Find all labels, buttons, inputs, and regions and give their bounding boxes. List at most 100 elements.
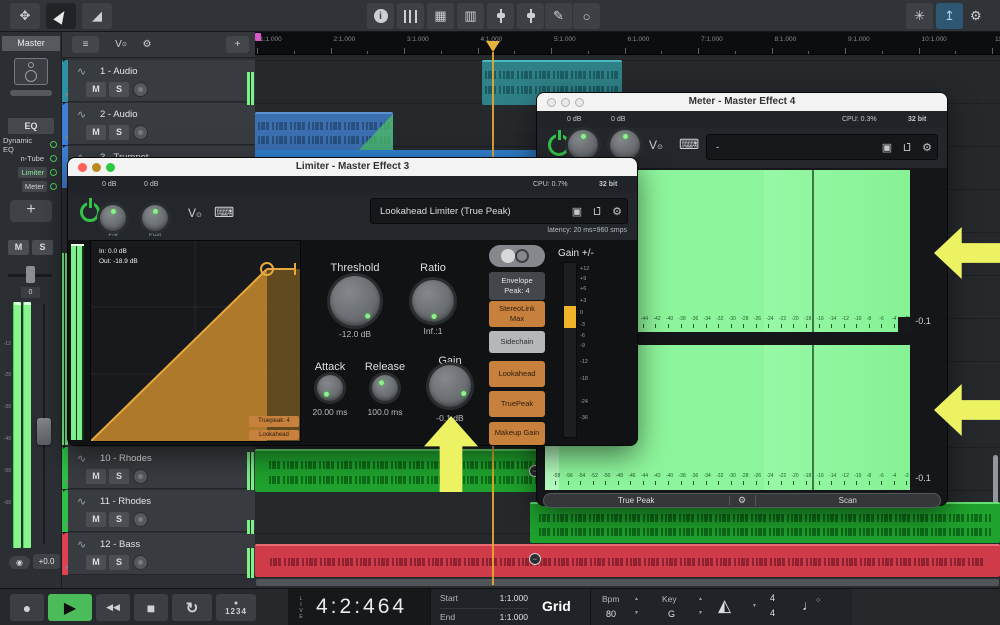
true-peak-button[interactable]: True Peak <box>544 496 730 505</box>
speaker-icon[interactable] <box>14 58 48 85</box>
track-mute-button[interactable]: M <box>86 555 106 570</box>
monitor-icon[interactable]: ◉ <box>9 556 30 569</box>
draw-tool-icon[interactable]: ✎ <box>545 3 572 29</box>
add-track-button[interactable]: + <box>226 36 249 53</box>
zoom-icon[interactable] <box>575 98 584 107</box>
track-solo-button[interactable]: S <box>109 555 129 570</box>
loop-start-row[interactable]: Start 1:1.000 <box>440 593 528 603</box>
save-icon[interactable]: ▣ <box>877 141 897 154</box>
move-tool-icon[interactable]: ✥ <box>10 3 40 29</box>
master-effect-dynamic-eq[interactable]: Dynamic EQ <box>0 138 60 151</box>
track-name[interactable]: 2 - Audio <box>100 109 138 120</box>
track-solo-button[interactable]: S <box>109 125 129 140</box>
count-in-button[interactable]: ● 1234 <box>216 594 256 621</box>
minimize-icon[interactable] <box>561 98 570 107</box>
track-row[interactable]: ▾∿2 - AudioMS▾ <box>62 103 255 145</box>
track-record-button[interactable] <box>133 125 148 140</box>
track-row[interactable]: ▾∿12 - BassMS▾ <box>62 533 255 575</box>
track-name[interactable]: 1 - Audio <box>100 66 138 77</box>
eq-button[interactable]: EQ <box>8 118 54 134</box>
metronome-menu-icon[interactable]: ▼ <box>752 604 757 609</box>
audio-clip[interactable] <box>255 112 393 152</box>
timeline-ruler[interactable]: 1:1.0002:1.0003:1.0004:1.0005:1.0006:1.0… <box>255 32 1000 55</box>
knob[interactable] <box>100 205 126 231</box>
volume-fader-thumb[interactable] <box>37 418 51 445</box>
horizontal-scrollbar[interactable] <box>255 578 1000 587</box>
limiter-window-titlebar[interactable]: Limiter - Master Effect 3 <box>68 158 637 176</box>
share-icon[interactable]: ↥ <box>936 3 963 29</box>
master-effect-meter[interactable]: Meter <box>0 180 60 193</box>
meter-window-titlebar[interactable]: Meter - Master Effect 4 <box>537 93 947 111</box>
clip-edge-handle[interactable]: ↔ <box>529 553 541 565</box>
play-button[interactable]: ▶ <box>48 594 92 621</box>
track-mute-button[interactable]: M <box>86 125 106 140</box>
track-solo-button[interactable]: S <box>109 82 129 97</box>
bpm-value[interactable]: 80 <box>606 609 616 619</box>
collapse-icon[interactable]: ▾ <box>65 478 69 486</box>
preset-selector[interactable]: - ▣ ⊔̄ ⚙ <box>706 134 938 160</box>
close-icon[interactable] <box>547 98 556 107</box>
gear-icon[interactable]: ⚙ <box>917 141 937 154</box>
track-solo-button[interactable]: S <box>109 512 129 527</box>
delete-icon[interactable]: ⊔̄ <box>587 205 607 218</box>
rewind-button[interactable]: ◀◀ <box>96 594 130 621</box>
track-solo-button[interactable]: S <box>109 469 129 484</box>
loop-end-row[interactable]: End 1:1.000 <box>440 608 528 622</box>
track-row[interactable]: ▾∿11 - RhodesMS▾ <box>62 490 255 532</box>
power-icon[interactable] <box>80 202 100 222</box>
master-mute-button[interactable]: M <box>8 240 29 255</box>
track-filter-icon[interactable]: ≡ <box>72 36 99 53</box>
track-name[interactable]: 12 - Bass <box>100 539 140 550</box>
minimize-icon[interactable] <box>92 163 101 172</box>
mixer-icon[interactable] <box>397 3 424 29</box>
master-effect-n-tube[interactable]: n-Tube <box>0 152 60 165</box>
knob[interactable] <box>142 205 168 231</box>
master-effect-limiter[interactable]: Limiter <box>0 166 60 179</box>
fade-tool-icon[interactable]: ◢ <box>82 3 112 29</box>
piano-icon[interactable]: ▥ <box>457 3 484 29</box>
loop-button[interactable]: ↻ <box>172 594 212 621</box>
pads-icon[interactable]: ▦ <box>427 3 454 29</box>
audio-clip[interactable] <box>255 544 1000 577</box>
grid-button[interactable]: Grid <box>542 598 571 614</box>
knob[interactable] <box>568 130 598 160</box>
automation-icon[interactable]: V⊙ <box>188 206 202 220</box>
delete-icon[interactable]: ⊔̄ <box>897 141 917 154</box>
routing-icon[interactable]: ✳ <box>906 3 933 29</box>
track-row[interactable]: ▾∿10 - RhodesMS▾ <box>62 447 255 489</box>
track-name[interactable]: 10 - Rhodes <box>100 453 152 464</box>
keyboard-icon[interactable]: ⌨ <box>214 204 234 221</box>
info-icon[interactable]: i <box>367 3 394 29</box>
track-record-button[interactable] <box>133 82 148 97</box>
loop-shape-icon[interactable]: ○ <box>573 3 600 29</box>
track-record-button[interactable] <box>133 512 148 527</box>
track-name[interactable]: 11 - Rhodes <box>100 496 151 507</box>
master-solo-button[interactable]: S <box>32 240 53 255</box>
time-signature-bottom[interactable]: 4 <box>770 608 775 618</box>
stop-button[interactable]: ■ <box>134 594 168 621</box>
track-row[interactable]: ▾∿1 - AudioMS▾ <box>62 60 255 102</box>
track-mute-button[interactable]: M <box>86 512 106 527</box>
track-fader-icon[interactable] <box>517 3 544 29</box>
master-volume-value[interactable]: +0.0 <box>33 554 60 569</box>
collapse-icon[interactable]: ▾ <box>65 564 69 572</box>
time-display[interactable]: 4:2:464 <box>316 595 407 619</box>
zoom-icon[interactable] <box>106 163 115 172</box>
cursor-tool-icon[interactable] <box>46 3 76 29</box>
save-icon[interactable]: ▣ <box>567 205 587 218</box>
settings-icon[interactable]: ⚙ <box>136 36 158 53</box>
settings-icon[interactable]: ⚙ <box>970 8 982 24</box>
clip-fade-handle[interactable] <box>357 114 393 152</box>
preset-selector[interactable]: Lookahead Limiter (True Peak) ▣ ⊔̄ ⚙ <box>370 198 628 224</box>
metronome-icon[interactable]: ◭ <box>718 596 731 616</box>
bpm-up-icon[interactable]: ▲ <box>634 597 639 602</box>
master-title[interactable]: Master <box>2 36 60 51</box>
note-value-icon[interactable]: ♩○ <box>802 597 820 613</box>
track-mute-button[interactable]: M <box>86 469 106 484</box>
knob[interactable] <box>610 130 640 160</box>
track-record-button[interactable] <box>133 555 148 570</box>
gear-icon[interactable]: ⚙ <box>607 205 627 218</box>
collapse-icon[interactable]: ▾ <box>65 91 69 99</box>
time-signature-top[interactable]: 4 <box>770 593 775 603</box>
audio-clip[interactable] <box>530 502 1000 543</box>
